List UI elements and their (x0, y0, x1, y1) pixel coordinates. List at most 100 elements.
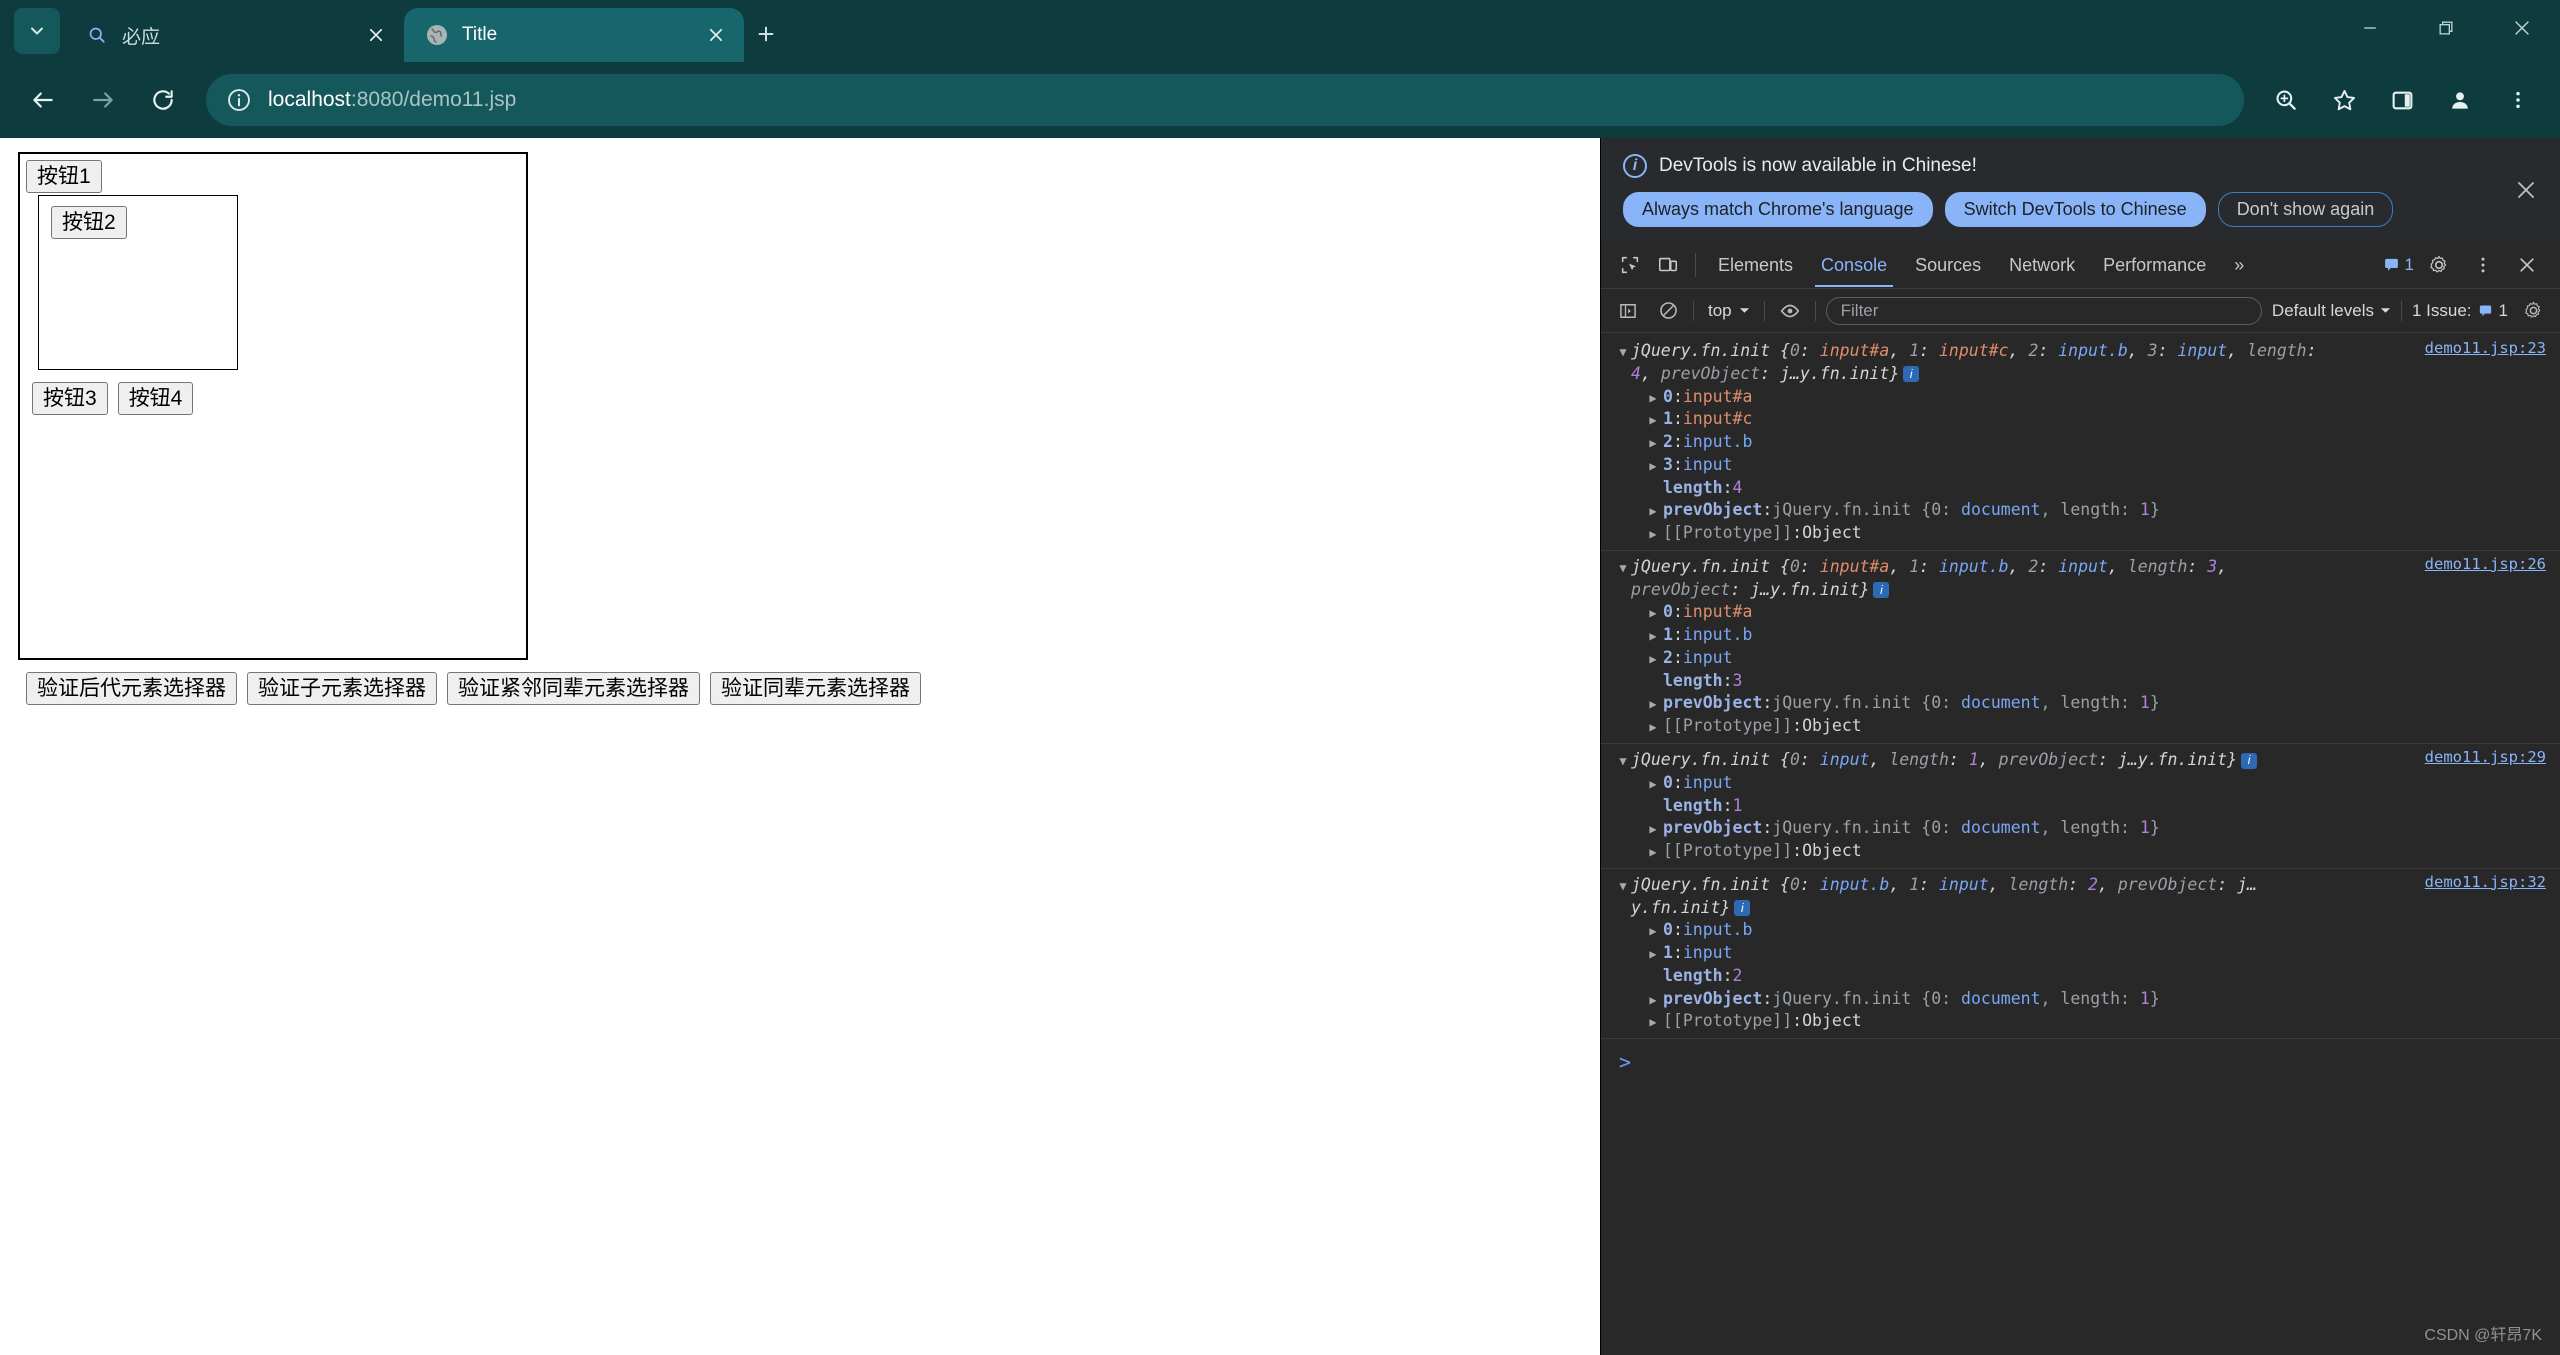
devtools-close-icon[interactable] (2508, 246, 2546, 284)
console-sidebar-icon[interactable] (1613, 296, 1643, 326)
object-property-row[interactable]: ▶ prevObject: jQuery.fn.init {0: document… (1601, 988, 2560, 1011)
message-count-badge[interactable]: 1 (2383, 255, 2414, 275)
expand-triangle-icon[interactable]: ▶ (1645, 624, 1661, 645)
source-link[interactable]: demo11.jsp:32 (2425, 872, 2546, 893)
object-property-row[interactable]: ▶ 0: input.b (1601, 919, 2560, 942)
object-property-row[interactable]: ▶ 0: input#a (1601, 601, 2560, 624)
tab-close-icon[interactable] (702, 21, 730, 49)
source-link[interactable]: demo11.jsp:26 (2425, 554, 2546, 575)
expand-triangle-icon[interactable]: ▶ (1645, 408, 1661, 429)
object-property-row[interactable]: ▶ 3: input (1601, 454, 2560, 477)
expand-triangle-icon[interactable]: ▶ (1645, 988, 1661, 1009)
button-3[interactable]: 按钮3 (32, 382, 108, 415)
console-log-entry[interactable]: demo11.jsp:29 ▼ jQuery.fn.init {0: input, … (1601, 744, 2560, 869)
verify-button-3[interactable]: 验证紧邻同辈元素选择器 (447, 672, 700, 705)
object-property-row[interactable]: ▶ 0: input#a (1601, 386, 2560, 409)
expand-triangle-icon[interactable]: ▶ (1645, 601, 1661, 622)
object-property-row[interactable]: ▶ [[Prototype]]: Object (1601, 840, 2560, 863)
issues-indicator[interactable]: 1 Issue: 1 (2412, 301, 2508, 321)
switch-devtools-language-button[interactable]: Switch DevTools to Chinese (1944, 192, 2206, 227)
star-icon[interactable] (2318, 74, 2370, 126)
expand-triangle-icon[interactable]: ▶ (1645, 919, 1661, 940)
clear-console-icon[interactable] (1653, 296, 1683, 326)
always-match-language-button[interactable]: Always match Chrome's language (1623, 192, 1933, 227)
info-circle-icon[interactable] (224, 85, 254, 115)
expand-triangle-icon[interactable]: ▶ (1645, 772, 1661, 793)
close-icon[interactable] (2484, 0, 2560, 56)
tab-sources[interactable]: Sources (1901, 243, 1995, 287)
tab-elements[interactable]: Elements (1704, 243, 1807, 287)
verify-button-2[interactable]: 验证子元素选择器 (247, 672, 437, 705)
browser-tab-title[interactable]: Title (404, 8, 744, 62)
object-property-row[interactable]: ▶ [[Prototype]]: Object (1601, 522, 2560, 545)
expand-triangle-icon[interactable]: ▼ (1615, 874, 1631, 895)
object-property-row[interactable]: ▶ [[Prototype]]: Object (1601, 1010, 2560, 1033)
object-property-row[interactable]: ▶ 2: input.b (1601, 431, 2560, 454)
console-log-entry[interactable]: demo11.jsp:32 ▼ jQuery.fn.init {0: input.b… (1601, 869, 2560, 1040)
inspect-element-icon[interactable] (1611, 246, 1649, 284)
object-property-row[interactable]: length: 2 (1601, 965, 2560, 988)
gear-icon[interactable] (2420, 246, 2458, 284)
expand-triangle-icon[interactable]: ▶ (1645, 715, 1661, 736)
expand-triangle-icon[interactable]: ▶ (1645, 454, 1661, 475)
expand-triangle-icon[interactable]: ▶ (1645, 386, 1661, 407)
object-property-row[interactable]: length: 4 (1601, 477, 2560, 500)
expand-triangle-icon[interactable]: ▶ (1645, 942, 1661, 963)
tab-close-icon[interactable] (362, 21, 390, 49)
new-tab-button[interactable] (744, 12, 788, 56)
expand-triangle-icon[interactable]: ▶ (1645, 499, 1661, 520)
tab-network[interactable]: Network (1995, 243, 2089, 287)
execution-context-selector[interactable]: top (1704, 299, 1754, 323)
expand-triangle-icon[interactable]: ▶ (1645, 522, 1661, 543)
more-tabs-button[interactable]: » (2220, 243, 2258, 287)
source-link[interactable]: demo11.jsp:23 (2425, 338, 2546, 359)
console-log-entry[interactable]: demo11.jsp:23 ▼ jQuery.fn.init {0: input#a… (1601, 335, 2560, 551)
object-property-row[interactable]: ▶ 2: input (1601, 647, 2560, 670)
expand-triangle-icon[interactable]: ▶ (1645, 692, 1661, 713)
live-expression-icon[interactable] (1775, 296, 1805, 326)
verify-button-4[interactable]: 验证同辈元素选择器 (710, 672, 921, 705)
object-property-row[interactable]: ▶ 0: input (1601, 772, 2560, 795)
expand-triangle-icon[interactable]: ▶ (1645, 431, 1661, 452)
object-property-row[interactable]: ▶ 1: input (1601, 942, 2560, 965)
three-dot-menu-icon[interactable] (2464, 246, 2502, 284)
object-property-row[interactable]: ▶ [[Prototype]]: Object (1601, 715, 2560, 738)
tab-console[interactable]: Console (1807, 243, 1901, 287)
forward-arrow-icon[interactable] (76, 73, 130, 127)
console-log-area[interactable]: demo11.jsp:23 ▼ jQuery.fn.init {0: input#a… (1601, 333, 2560, 1355)
restore-icon[interactable] (2408, 0, 2484, 56)
expand-triangle-icon[interactable]: ▶ (1645, 1010, 1661, 1031)
info-badge-icon[interactable]: i (2241, 752, 2258, 769)
banner-close-icon[interactable] (2514, 178, 2538, 202)
object-property-row[interactable]: length: 1 (1601, 795, 2560, 818)
three-dot-menu-icon[interactable] (2492, 74, 2544, 126)
expand-triangle-icon[interactable]: ▼ (1615, 556, 1631, 577)
info-badge-icon[interactable]: i (1903, 366, 1920, 383)
console-settings-gear-icon[interactable] (2518, 296, 2548, 326)
object-property-row[interactable]: ▶ prevObject: jQuery.fn.init {0: document… (1601, 692, 2560, 715)
expand-triangle-icon[interactable]: ▶ (1645, 647, 1661, 668)
expand-triangle-icon[interactable]: ▼ (1615, 340, 1631, 361)
expand-triangle-icon[interactable]: ▶ (1645, 840, 1661, 861)
verify-button-1[interactable]: 验证后代元素选择器 (26, 672, 237, 705)
zoom-in-icon[interactable] (2260, 74, 2312, 126)
dont-show-again-button[interactable]: Don't show again (2217, 192, 2394, 227)
button-4[interactable]: 按钮4 (117, 382, 194, 415)
profile-avatar-icon[interactable] (2434, 74, 2486, 126)
expand-triangle-icon[interactable]: ▶ (1645, 817, 1661, 838)
device-toolbar-icon[interactable] (1649, 246, 1687, 284)
console-filter-input[interactable]: Filter (1825, 296, 2262, 325)
info-badge-icon[interactable]: i (1873, 582, 1890, 599)
console-prompt[interactable]: > (1601, 1039, 2560, 1077)
minimize-icon[interactable] (2332, 0, 2408, 56)
reload-icon[interactable] (136, 73, 190, 127)
object-property-row[interactable]: ▶ prevObject: jQuery.fn.init {0: document… (1601, 499, 2560, 522)
console-log-entry[interactable]: demo11.jsp:26 ▼ jQuery.fn.init {0: input#a… (1601, 551, 2560, 745)
button-1[interactable]: 按钮1 (26, 160, 102, 193)
tab-performance[interactable]: Performance (2089, 243, 2220, 287)
back-arrow-icon[interactable] (16, 73, 70, 127)
object-property-row[interactable]: ▶ 1: input.b (1601, 624, 2560, 647)
button-2[interactable]: 按钮2 (51, 206, 127, 239)
source-link[interactable]: demo11.jsp:29 (2425, 747, 2546, 768)
address-bar[interactable]: localhost:8080/demo11.jsp (206, 74, 2244, 126)
